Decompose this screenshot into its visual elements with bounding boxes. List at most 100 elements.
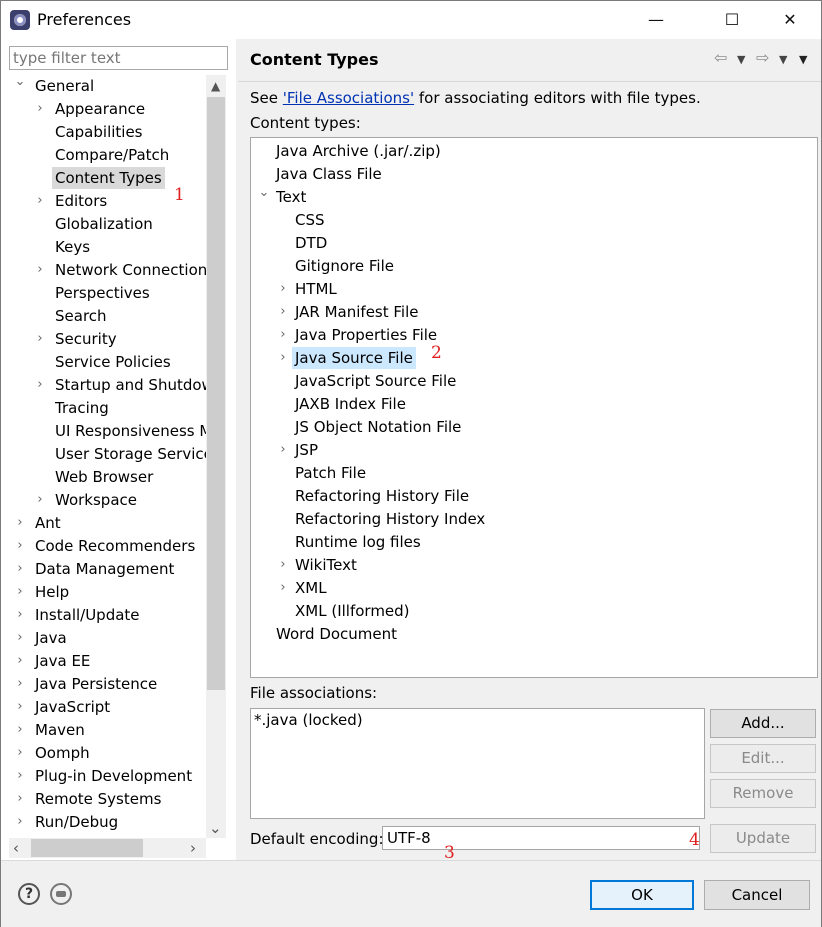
tree-item-general-child[interactable]: Compare/Patch: [9, 144, 206, 166]
content-type-item[interactable]: › WikiText: [251, 554, 811, 576]
collapsed-chevron-icon[interactable]: ›: [13, 719, 27, 741]
collapsed-chevron-icon[interactable]: ›: [13, 673, 27, 695]
file-associations-link[interactable]: 'File Associations': [283, 89, 414, 107]
tree-item-category[interactable]: › Java EE: [9, 650, 206, 672]
tree-item-general-child[interactable]: Service Policies: [9, 351, 206, 373]
collapsed-chevron-icon[interactable]: ›: [13, 788, 27, 810]
cancel-button[interactable]: Cancel: [704, 880, 810, 910]
content-type-item-text[interactable]: ⌄ Text: [251, 186, 811, 208]
collapsed-chevron-icon[interactable]: ›: [13, 765, 27, 787]
collapsed-chevron-icon[interactable]: ›: [276, 278, 290, 300]
content-type-item[interactable]: JS Object Notation File: [251, 416, 811, 438]
content-type-item[interactable]: Patch File: [251, 462, 811, 484]
tree-item-general-child[interactable]: › Startup and Shutdown: [9, 374, 206, 396]
minimize-button[interactable]: —: [633, 5, 679, 35]
back-arrow-icon[interactable]: ⇦: [714, 48, 727, 67]
expanded-chevron-icon[interactable]: ⌄: [13, 75, 27, 97]
tree-item-general-child[interactable]: UI Responsiveness Monitoring: [9, 420, 206, 442]
add-button[interactable]: Add...: [710, 709, 816, 738]
tree-item-general-child[interactable]: › Security: [9, 328, 206, 350]
scroll-left-arrow-icon[interactable]: ‹: [13, 839, 19, 857]
tree-item-category[interactable]: › Run/Debug: [9, 811, 206, 833]
content-type-item[interactable]: Gitignore File: [251, 255, 811, 277]
tree-item-category[interactable]: › Data Management: [9, 558, 206, 580]
tree-hscroll-thumb[interactable]: [31, 839, 143, 857]
tree-item-category[interactable]: › Help: [9, 581, 206, 603]
tree-item-general-child[interactable]: Capabilities: [9, 121, 206, 143]
collapsed-chevron-icon[interactable]: ›: [276, 577, 290, 599]
tree-item-category[interactable]: › Code Recommenders: [9, 535, 206, 557]
forward-arrow-icon[interactable]: ⇨: [756, 48, 769, 67]
content-type-item[interactable]: XML (Illformed): [251, 600, 811, 622]
tree-item-category[interactable]: › Java: [9, 627, 206, 649]
collapsed-chevron-icon[interactable]: ›: [13, 811, 27, 833]
content-type-item[interactable]: JavaScript Source File: [251, 370, 811, 392]
back-menu-chevron-icon[interactable]: ▼: [737, 53, 745, 66]
collapsed-chevron-icon[interactable]: ›: [13, 535, 27, 557]
collapsed-chevron-icon[interactable]: ›: [13, 512, 27, 534]
tree-item-general-child[interactable]: Keys: [9, 236, 206, 258]
content-type-item[interactable]: › Java Source File: [251, 347, 811, 369]
forward-menu-chevron-icon[interactable]: ▼: [779, 53, 787, 66]
tree-item-category[interactable]: › Oomph: [9, 742, 206, 764]
content-type-item[interactable]: Refactoring History File: [251, 485, 811, 507]
tree-item-category[interactable]: › Ant: [9, 512, 206, 534]
scroll-down-arrow-icon[interactable]: ⌄: [209, 819, 222, 837]
tree-item-general-child[interactable]: › Workspace: [9, 489, 206, 511]
collapsed-chevron-icon[interactable]: ›: [33, 489, 47, 511]
content-type-item[interactable]: DTD: [251, 232, 811, 254]
collapsed-chevron-icon[interactable]: ›: [13, 742, 27, 764]
collapsed-chevron-icon[interactable]: ›: [33, 328, 47, 350]
content-type-item[interactable]: CSS: [251, 209, 811, 231]
tree-item-general-child[interactable]: Perspectives: [9, 282, 206, 304]
import-export-icon[interactable]: [50, 883, 72, 905]
tree-item-general[interactable]: ⌄ General: [9, 75, 206, 97]
collapsed-chevron-icon[interactable]: ›: [13, 650, 27, 672]
collapsed-chevron-icon[interactable]: ›: [276, 439, 290, 461]
content-type-item[interactable]: Java Archive (.jar/.zip): [251, 140, 811, 162]
tree-item-category[interactable]: › Plug-in Development: [9, 765, 206, 787]
collapsed-chevron-icon[interactable]: ›: [276, 347, 290, 369]
tree-item-general-child[interactable]: Search: [9, 305, 206, 327]
content-type-item[interactable]: › JAR Manifest File: [251, 301, 811, 323]
expanded-chevron-icon[interactable]: ⌄: [257, 186, 271, 208]
scroll-right-arrow-icon[interactable]: ›: [190, 839, 196, 857]
ok-button[interactable]: OK: [590, 880, 694, 910]
scroll-up-arrow-icon[interactable]: ▲: [211, 79, 220, 93]
collapsed-chevron-icon[interactable]: ›: [33, 98, 47, 120]
help-icon[interactable]: ?: [18, 883, 40, 905]
content-type-item[interactable]: › Java Properties File: [251, 324, 811, 346]
collapsed-chevron-icon[interactable]: ›: [13, 581, 27, 603]
tree-item-general-child[interactable]: Tracing: [9, 397, 206, 419]
tree-item-general-child[interactable]: › Appearance: [9, 98, 206, 120]
close-button[interactable]: ✕: [767, 5, 813, 35]
content-type-item[interactable]: Java Class File: [251, 163, 811, 185]
tree-item-category[interactable]: › Java Persistence: [9, 673, 206, 695]
tree-item-category[interactable]: › Install/Update: [9, 604, 206, 626]
default-encoding-input[interactable]: [382, 826, 700, 850]
tree-item-category[interactable]: › Remote Systems: [9, 788, 206, 810]
collapsed-chevron-icon[interactable]: ›: [276, 301, 290, 323]
collapsed-chevron-icon[interactable]: ›: [33, 259, 47, 281]
content-type-item[interactable]: Refactoring History Index: [251, 508, 811, 530]
list-item[interactable]: *.java (locked): [254, 711, 363, 729]
content-type-item[interactable]: Word Document: [251, 623, 811, 645]
tree-item-general-child[interactable]: › Network Connections: [9, 259, 206, 281]
collapsed-chevron-icon[interactable]: ›: [276, 554, 290, 576]
filter-input[interactable]: [9, 46, 228, 70]
remove-button[interactable]: Remove: [710, 779, 816, 808]
collapsed-chevron-icon[interactable]: ›: [33, 374, 47, 396]
update-button[interactable]: Update: [710, 824, 816, 853]
collapsed-chevron-icon[interactable]: ›: [13, 627, 27, 649]
edit-button[interactable]: Edit...: [710, 744, 816, 773]
content-type-item[interactable]: Runtime log files: [251, 531, 811, 553]
collapsed-chevron-icon[interactable]: ›: [33, 190, 47, 212]
maximize-button[interactable]: ☐: [709, 5, 755, 35]
tree-item-category[interactable]: › JavaScript: [9, 696, 206, 718]
tree-scroll-thumb[interactable]: [207, 97, 225, 690]
collapsed-chevron-icon[interactable]: ›: [13, 558, 27, 580]
view-menu-icon[interactable]: ▼: [799, 53, 807, 66]
tree-item-category[interactable]: › Maven: [9, 719, 206, 741]
content-type-item[interactable]: JAXB Index File: [251, 393, 811, 415]
content-type-item[interactable]: › JSP: [251, 439, 811, 461]
